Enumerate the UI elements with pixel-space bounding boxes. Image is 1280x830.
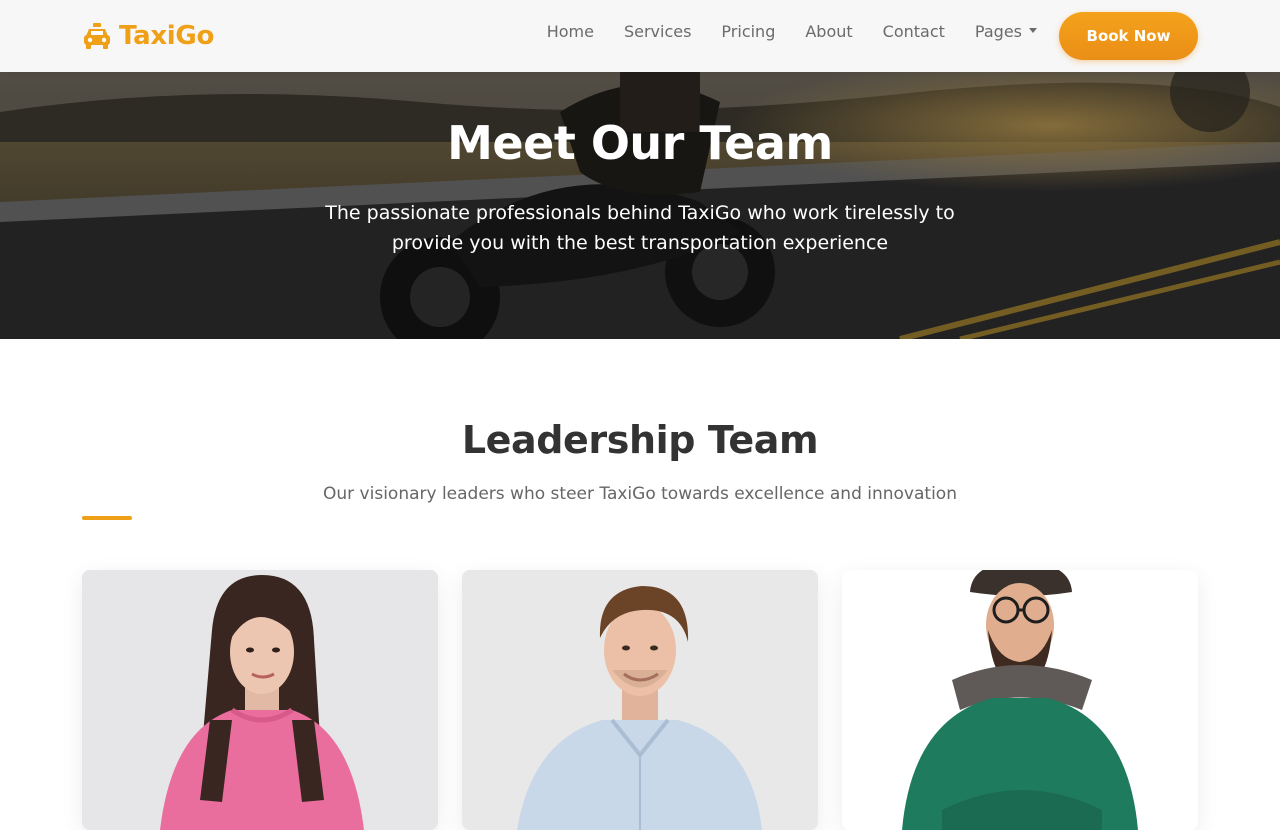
caret-down-icon — [1029, 28, 1037, 33]
book-now-button[interactable]: Book Now — [1059, 12, 1198, 60]
nav-contact[interactable]: Contact — [883, 21, 945, 43]
brand-name: TaxiGo — [119, 21, 215, 51]
team-card[interactable] — [82, 570, 438, 830]
section-subtitle: Our visionary leaders who steer TaxiGo t… — [323, 484, 957, 504]
nav-services[interactable]: Services — [624, 21, 691, 43]
team-card[interactable] — [842, 570, 1198, 830]
team-member-photo — [842, 570, 1198, 830]
main-nav: Home Services Pricing About Contact Page… — [547, 21, 1037, 43]
taxi-icon — [84, 23, 110, 49]
accent-divider — [82, 516, 132, 520]
team-member-photo — [82, 570, 438, 830]
navbar: TaxiGo Home Services Pricing About Conta… — [0, 0, 1280, 72]
nav-pages-dropdown[interactable]: Pages — [975, 21, 1037, 43]
hero-subtitle: The passionate professionals behind Taxi… — [325, 202, 955, 254]
hero-banner: Meet Our Team The passionate professiona… — [0, 72, 1280, 339]
team-member-photo — [462, 570, 818, 830]
nav-about[interactable]: About — [805, 21, 852, 43]
section-title: Leadership Team — [461, 418, 819, 462]
brand-logo[interactable]: TaxiGo — [82, 19, 214, 53]
team-card[interactable] — [462, 570, 818, 830]
nav-home[interactable]: Home — [547, 21, 594, 43]
nav-pages-label: Pages — [974, 22, 1022, 41]
page-title: Meet Our Team — [447, 116, 833, 170]
nav-pricing[interactable]: Pricing — [721, 21, 775, 43]
